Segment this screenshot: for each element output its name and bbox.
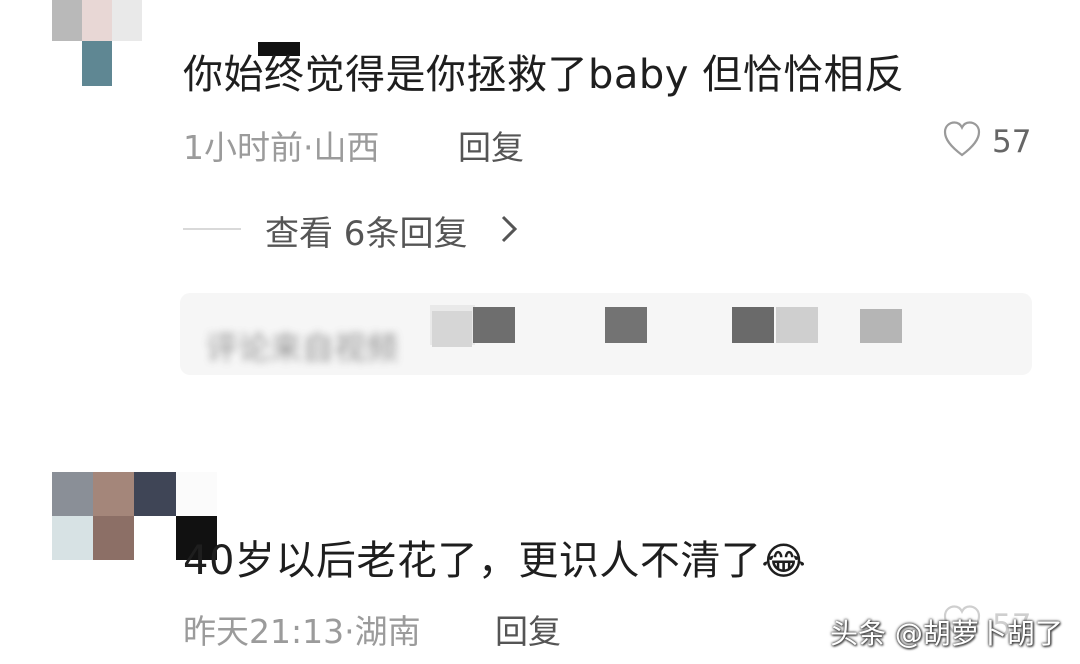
redaction-block xyxy=(473,307,515,343)
divider xyxy=(183,228,241,230)
comment-time-location: 1小时前·山西 xyxy=(183,128,380,167)
comment-time-location: 昨天21:13·湖南 xyxy=(183,612,421,651)
reply-button[interactable]: 回复 xyxy=(495,605,561,653)
redaction-block xyxy=(432,311,472,347)
avatar[interactable] xyxy=(52,0,172,86)
redaction-block xyxy=(860,309,902,343)
comment-text: 你始终觉得是你拯救了baby 但恰恰相反 xyxy=(183,52,905,98)
watermark: 头条 @胡萝卜胡了 xyxy=(830,617,1063,650)
view-replies-button[interactable]: 查看 6条回复 xyxy=(265,206,467,255)
comment-text: 40岁以后老花了，更识人不清了 xyxy=(183,538,762,584)
comment-text-row: 40岁以后老花了，更识人不清了😂 xyxy=(183,528,806,586)
chevron-right-icon[interactable] xyxy=(498,212,520,246)
source-video-box[interactable]: 评论来自视频 xyxy=(180,293,1032,375)
source-text: 评论来自视频 xyxy=(206,329,399,367)
like-count: 57 xyxy=(992,124,1032,160)
redaction-block xyxy=(605,307,647,343)
laughing-emoji-icon: 😂 xyxy=(761,539,807,583)
redaction-block xyxy=(776,307,818,343)
redaction-block xyxy=(732,307,774,343)
reply-button[interactable]: 回复 xyxy=(458,121,524,169)
heart-icon[interactable] xyxy=(942,120,982,158)
